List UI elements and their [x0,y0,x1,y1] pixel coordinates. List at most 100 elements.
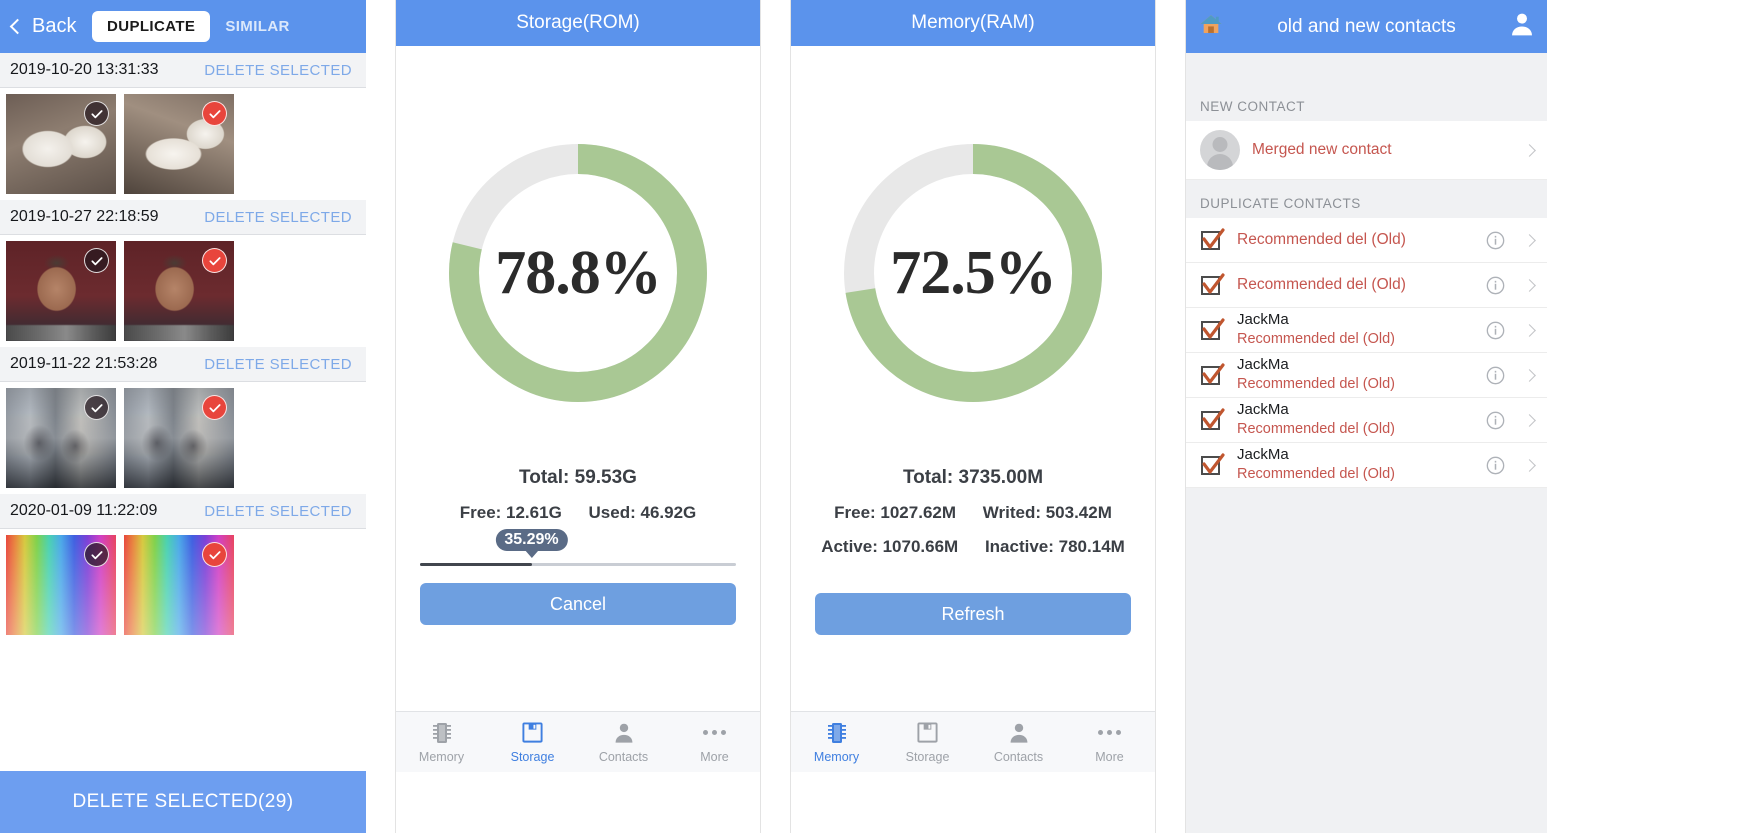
tab-memory[interactable]: Memory [396,712,487,772]
cancel-button[interactable]: Cancel [420,583,736,625]
memory-tabbar: Memory Storage Contacts More [791,711,1155,772]
check-icon [1202,317,1225,339]
storage-slider[interactable]: 35.29% [420,529,736,573]
photo-check-selected[interactable] [202,101,227,126]
photo-thumbnail[interactable] [6,94,116,194]
duplicate-contacts-section-label: DUPLICATE CONTACTS [1186,180,1547,218]
tab-contacts[interactable]: Contacts [578,712,669,772]
contacts-panel: old and new contacts NEW CONTACT Merged … [1185,0,1547,833]
storage-panel: Storage(ROM) 78.8% Total: 59.53G Free: 1… [395,0,761,833]
photo-thumbnail[interactable] [6,388,116,488]
memory-free-writed: Free: 1027.62M Writed: 503.42M [791,503,1155,523]
storage-donut-chart: 78.8% [444,139,712,407]
group-delete-selected-link[interactable]: DELETE SELECTED [204,356,352,373]
back-chevron-icon [9,18,26,34]
group-date: 2019-11-22 21:53:28 [10,355,158,372]
memory-donut-chart: 72.5% [839,139,1107,407]
tab-more[interactable]: More [1064,712,1155,772]
new-contact-section-label: NEW CONTACT [1186,83,1547,121]
tab-similar[interactable]: SIMILAR [210,11,304,42]
group-date: 2019-10-27 22:18:59 [10,208,159,225]
contact-sub: Recommended del (Old) [1237,275,1406,293]
duplicate-photos-panel: Back DUPLICATE SIMILAR 2019-10-20 13:31:… [0,0,366,833]
memory-chip-icon [432,720,452,745]
photo-thumbnail[interactable] [6,535,116,635]
tab-contacts-label: Contacts [598,750,649,764]
memory-free: Free: 1027.62M [834,503,957,522]
check-icon [90,403,103,412]
chevron-right-icon [1523,233,1536,247]
photo-thumb-row [0,235,366,347]
contact-checkbox-checked[interactable] [1200,407,1225,433]
person-add-icon[interactable] [1509,11,1535,42]
photo-check-selected[interactable] [202,395,227,420]
tab-storage[interactable]: Storage [487,712,578,772]
back-button[interactable]: Back [9,15,76,38]
duplicate-contact-row[interactable]: JackMa Recommended del (Old) [1186,398,1547,443]
ellipsis-icon [703,720,726,745]
duplicate-contact-row[interactable]: JackMa Recommended del (Old) [1186,308,1547,353]
memory-title: Memory(RAM) [911,12,1035,33]
delete-selected-footer-button[interactable]: DELETE SELECTED(29) [0,771,366,833]
photo-check-unselected[interactable] [84,248,109,273]
info-icon[interactable] [1486,411,1505,430]
contact-checkbox-checked[interactable] [1200,272,1225,298]
info-icon[interactable] [1486,321,1505,340]
tab-duplicate[interactable]: DUPLICATE [92,11,211,42]
contact-checkbox-checked[interactable] [1200,362,1225,388]
photo-check-unselected[interactable] [84,542,109,567]
contact-checkbox-checked[interactable] [1200,227,1225,253]
chevron-right-icon [1523,413,1536,427]
house-icon[interactable] [1198,11,1224,42]
duplicate-contact-row[interactable]: JackMa Recommended del (Old) [1186,443,1547,488]
contact-name: JackMa [1237,311,1289,329]
photo-thumbnail[interactable] [124,241,234,341]
storage-gauge-wrap: 78.8% [396,46,760,407]
photo-check-selected[interactable] [202,542,227,567]
info-icon[interactable] [1486,456,1505,475]
storage-body: 78.8% Total: 59.53G Free: 12.61G Used: 4… [396,46,760,772]
check-icon [208,550,221,559]
floppy-disk-icon [916,720,939,745]
duplicate-contact-row[interactable]: Recommended del (Old) [1186,218,1547,263]
duplicate-contact-row[interactable]: Recommended del (Old) [1186,263,1547,308]
photo-thumbnail[interactable] [124,94,234,194]
photo-group-header: 2019-10-27 22:18:59 DELETE SELECTED [0,200,366,235]
person-icon [613,720,635,745]
photo-thumb-row [0,529,366,641]
contacts-empty-area [1186,488,1547,833]
group-delete-selected-link[interactable]: DELETE SELECTED [204,503,352,520]
group-delete-selected-link[interactable]: DELETE SELECTED [204,209,352,226]
contact-checkbox-checked[interactable] [1200,317,1225,343]
photo-check-selected[interactable] [202,248,227,273]
group-delete-selected-link[interactable]: DELETE SELECTED [204,62,352,79]
storage-slider-track[interactable] [420,563,736,566]
merged-contact-label: Merged new contact [1252,141,1392,158]
photo-thumbnail[interactable] [124,388,234,488]
tab-memory[interactable]: Memory [791,712,882,772]
memory-inactive: Inactive: 780.14M [984,537,1125,556]
duplicate-contact-row[interactable]: JackMa Recommended del (Old) [1186,353,1547,398]
info-icon[interactable] [1486,231,1505,250]
tab-more-label: More [700,750,729,764]
contact-sub: Recommended del (Old) [1237,230,1406,248]
tab-storage[interactable]: Storage [882,712,973,772]
photo-thumbnail[interactable] [6,241,116,341]
contact-sub: Recommended del (Old) [1237,420,1395,437]
tab-contacts[interactable]: Contacts [973,712,1064,772]
photo-check-unselected[interactable] [84,101,109,126]
merged-new-contact-row[interactable]: Merged new contact [1186,121,1547,180]
contact-checkbox-checked[interactable] [1200,452,1225,478]
info-icon[interactable] [1486,366,1505,385]
memory-stats: Total: 3735.00M Free: 1027.62M Writed: 5… [791,467,1155,557]
photo-thumbnail[interactable] [124,535,234,635]
refresh-button[interactable]: Refresh [815,593,1131,635]
photo-check-unselected[interactable] [84,395,109,420]
photo-group-header: 2019-10-20 13:31:33 DELETE SELECTED [0,53,366,88]
photos-topbar: Back DUPLICATE SIMILAR [0,0,366,53]
screenshot-stage: Back DUPLICATE SIMILAR 2019-10-20 13:31:… [0,0,1746,833]
info-icon[interactable] [1486,276,1505,295]
tab-more[interactable]: More [669,712,760,772]
check-icon [1202,407,1225,429]
check-icon [1202,452,1225,474]
